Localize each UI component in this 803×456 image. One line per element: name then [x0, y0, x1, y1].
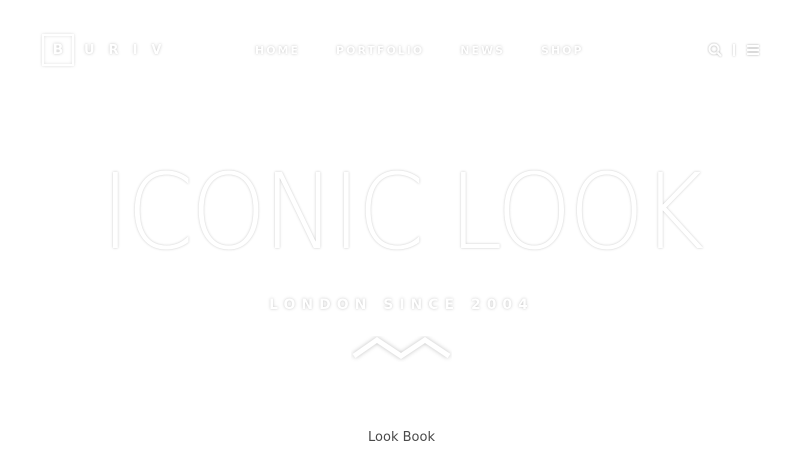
- nav-item-portfolio[interactable]: PORTFOLIO: [336, 44, 424, 57]
- logo-mark: B: [42, 34, 74, 66]
- look-book-link[interactable]: Look Book: [0, 430, 803, 445]
- hero-title: ICONIC LOOK: [101, 151, 704, 273]
- header-divider: [733, 44, 735, 56]
- logo-text: URIV: [84, 42, 176, 58]
- nav-item-news[interactable]: NEWS: [460, 44, 505, 57]
- menu-icon[interactable]: [745, 42, 761, 58]
- nav-item-shop[interactable]: SHOP: [541, 44, 584, 57]
- site-logo[interactable]: B URIV: [42, 34, 175, 66]
- zigzag-divider-icon: [352, 336, 451, 360]
- nav-item-home[interactable]: HOME: [255, 44, 300, 57]
- header-tools: [707, 42, 761, 58]
- hero-subtitle: LONDON SINCE 2004: [269, 297, 534, 313]
- main-nav: HOME PORTFOLIO NEWS SHOP: [255, 44, 584, 57]
- search-icon[interactable]: [707, 42, 723, 58]
